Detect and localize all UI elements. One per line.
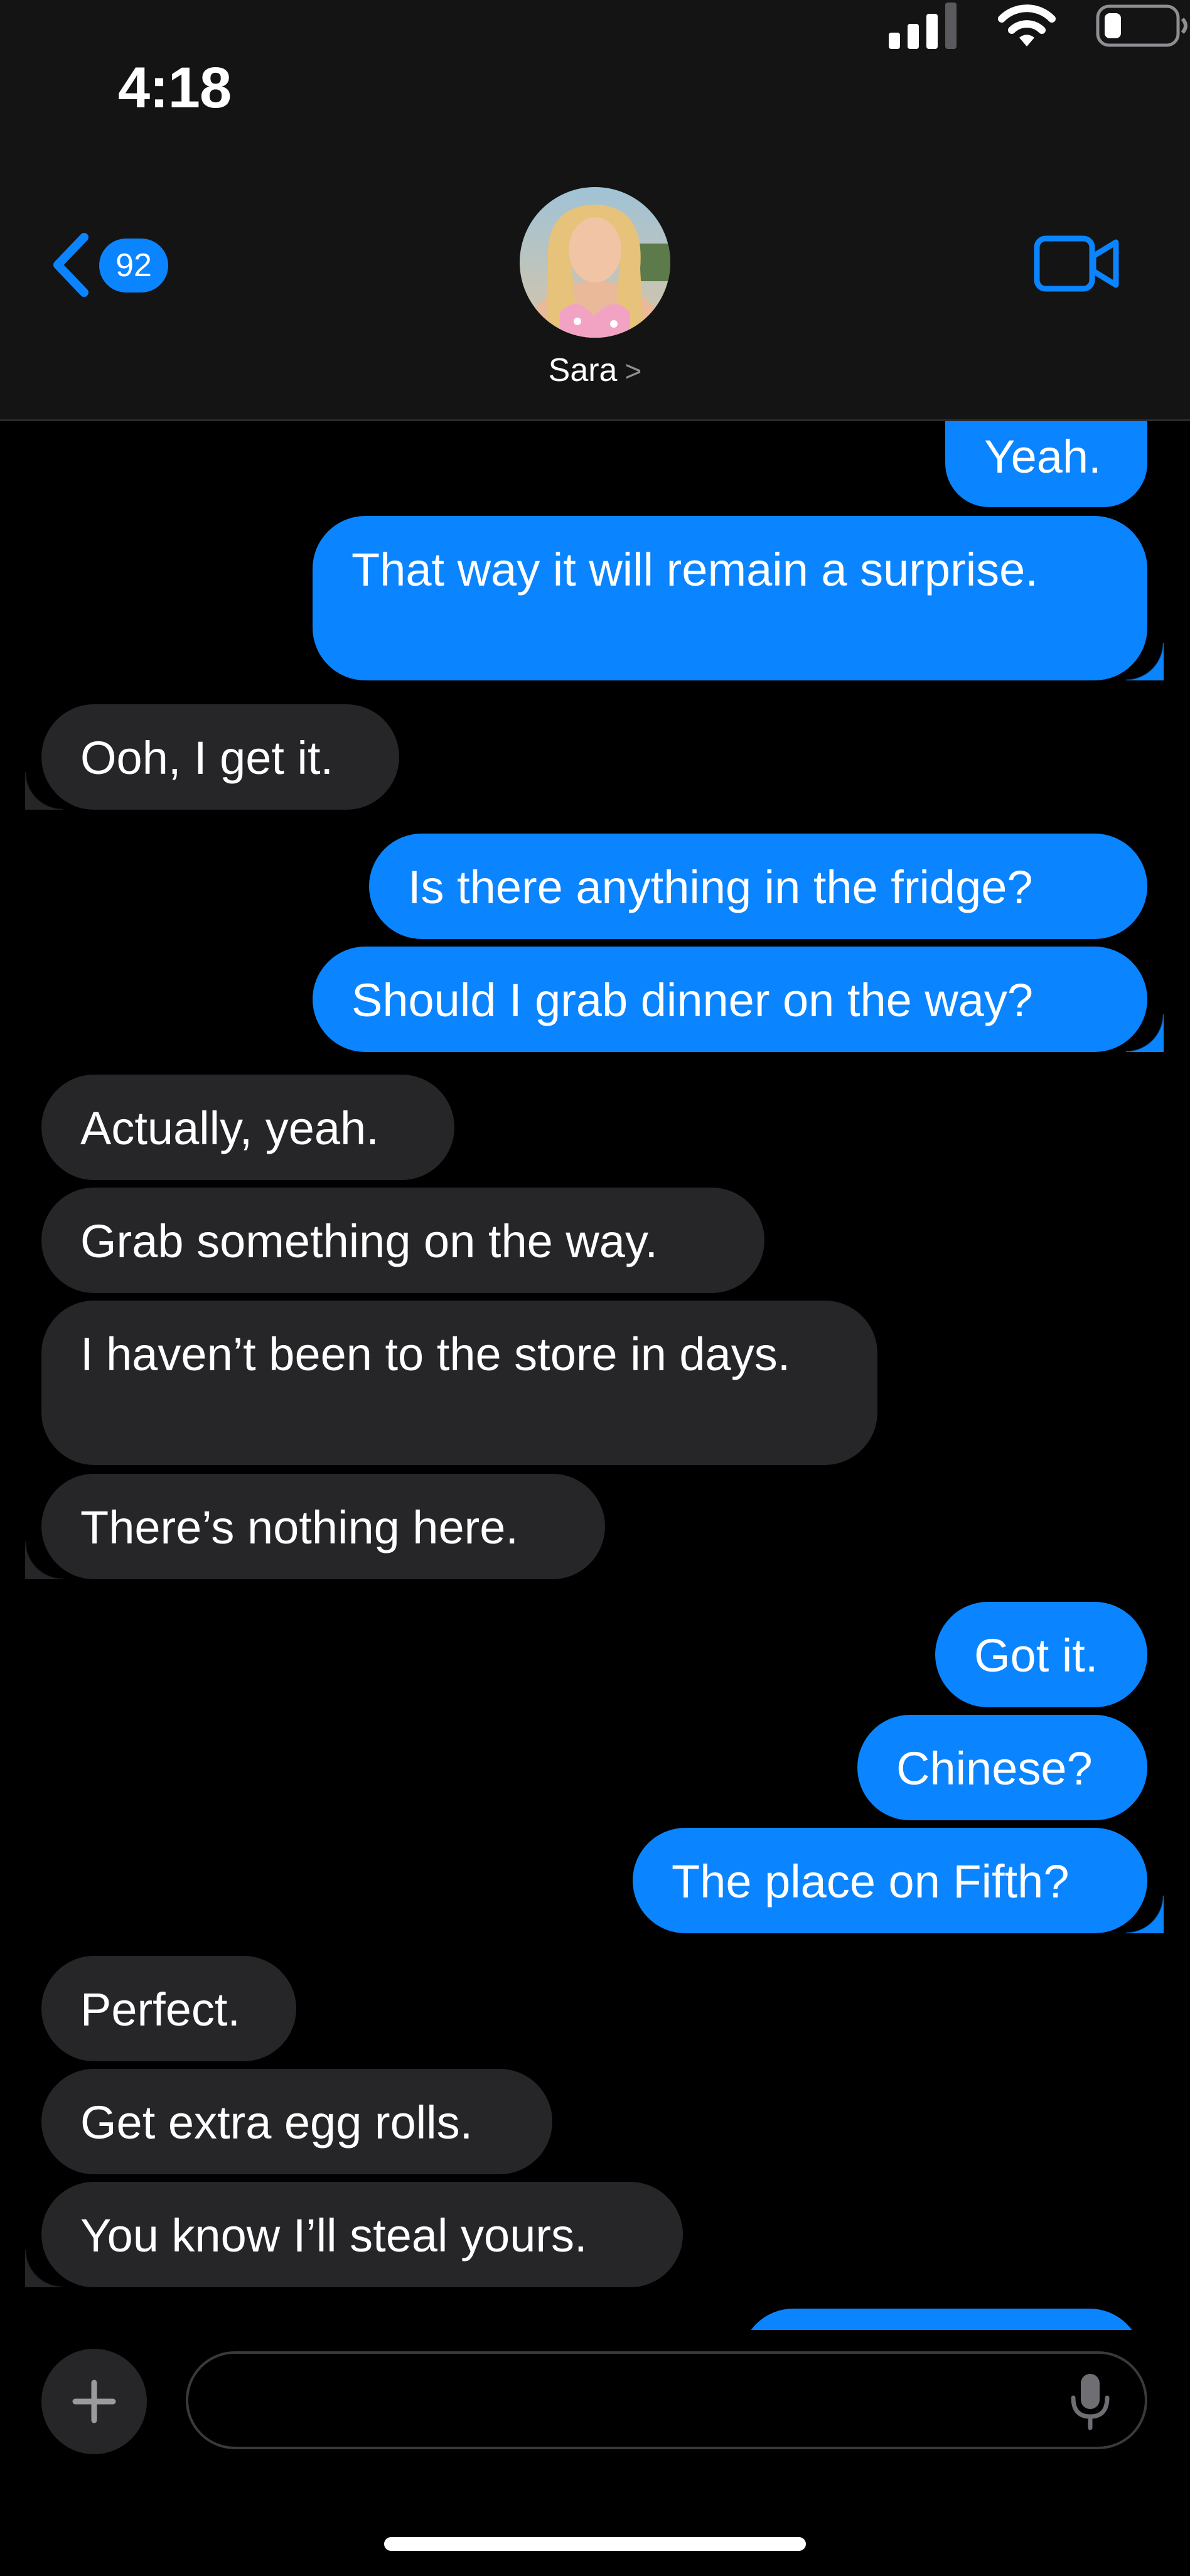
message-bubble-sent[interactable]: Is there anything in the fridge? — [369, 834, 1147, 939]
contact-name: Sara — [548, 352, 618, 389]
message-bubble-received[interactable]: There’s nothing here. — [25, 1474, 605, 1579]
cellular-signal-icon — [889, 3, 957, 49]
plus-icon — [72, 2380, 116, 2423]
avatar[interactable] — [520, 187, 670, 338]
message-bubble-received[interactable]: Get extra egg rolls. — [41, 2069, 552, 2174]
message-bubble-sent-partial[interactable] — [741, 2309, 1142, 2330]
messages-screen: Yeah. That way it will remain a surprise… — [0, 0, 1190, 2576]
message-bubble-received[interactable]: Perfect. — [41, 1956, 296, 2061]
chevron-left-icon — [53, 233, 88, 297]
status-time: 4:18 — [118, 56, 232, 120]
message-bubble-sent[interactable]: Should I grab dinner on the way? — [313, 947, 1164, 1052]
apps-plus-button[interactable] — [41, 2349, 147, 2454]
message-bubble-received[interactable]: I haven’t been to the store in days. — [41, 1301, 877, 1465]
message-bubble-received[interactable]: Actually, yeah. — [41, 1075, 454, 1180]
wifi-icon — [998, 4, 1056, 46]
battery-icon — [1096, 4, 1187, 47]
video-camera-icon[interactable] — [1033, 232, 1121, 295]
contact-name-button[interactable]: Sara > — [0, 352, 1190, 389]
message-bubble-sent[interactable]: The place on Fifth? — [633, 1828, 1164, 1933]
message-bubble-sent[interactable]: Got it. — [935, 1602, 1147, 1707]
microphone-icon[interactable] — [1068, 2371, 1112, 2432]
navigation-header: 4:18 92 Sara > — [0, 0, 1190, 421]
chevron-right-icon: > — [624, 355, 642, 387]
home-indicator[interactable] — [384, 2537, 806, 2551]
message-bubble-sent[interactable]: That way it will remain a surprise. — [313, 516, 1164, 680]
message-bubble-sent[interactable]: Yeah. — [945, 419, 1147, 507]
message-bubble-received[interactable]: Ooh, I get it. — [25, 704, 399, 810]
unread-count-badge: 92 — [99, 239, 168, 292]
message-bubble-received[interactable]: Grab something on the way. — [41, 1188, 764, 1293]
message-bubble-received[interactable]: You know I’ll steal yours. — [25, 2182, 683, 2287]
avatar-photo — [520, 187, 670, 338]
message-bubble-sent[interactable]: Chinese? — [857, 1715, 1147, 1820]
back-button[interactable]: 92 — [44, 226, 182, 301]
message-input[interactable] — [186, 2351, 1147, 2449]
